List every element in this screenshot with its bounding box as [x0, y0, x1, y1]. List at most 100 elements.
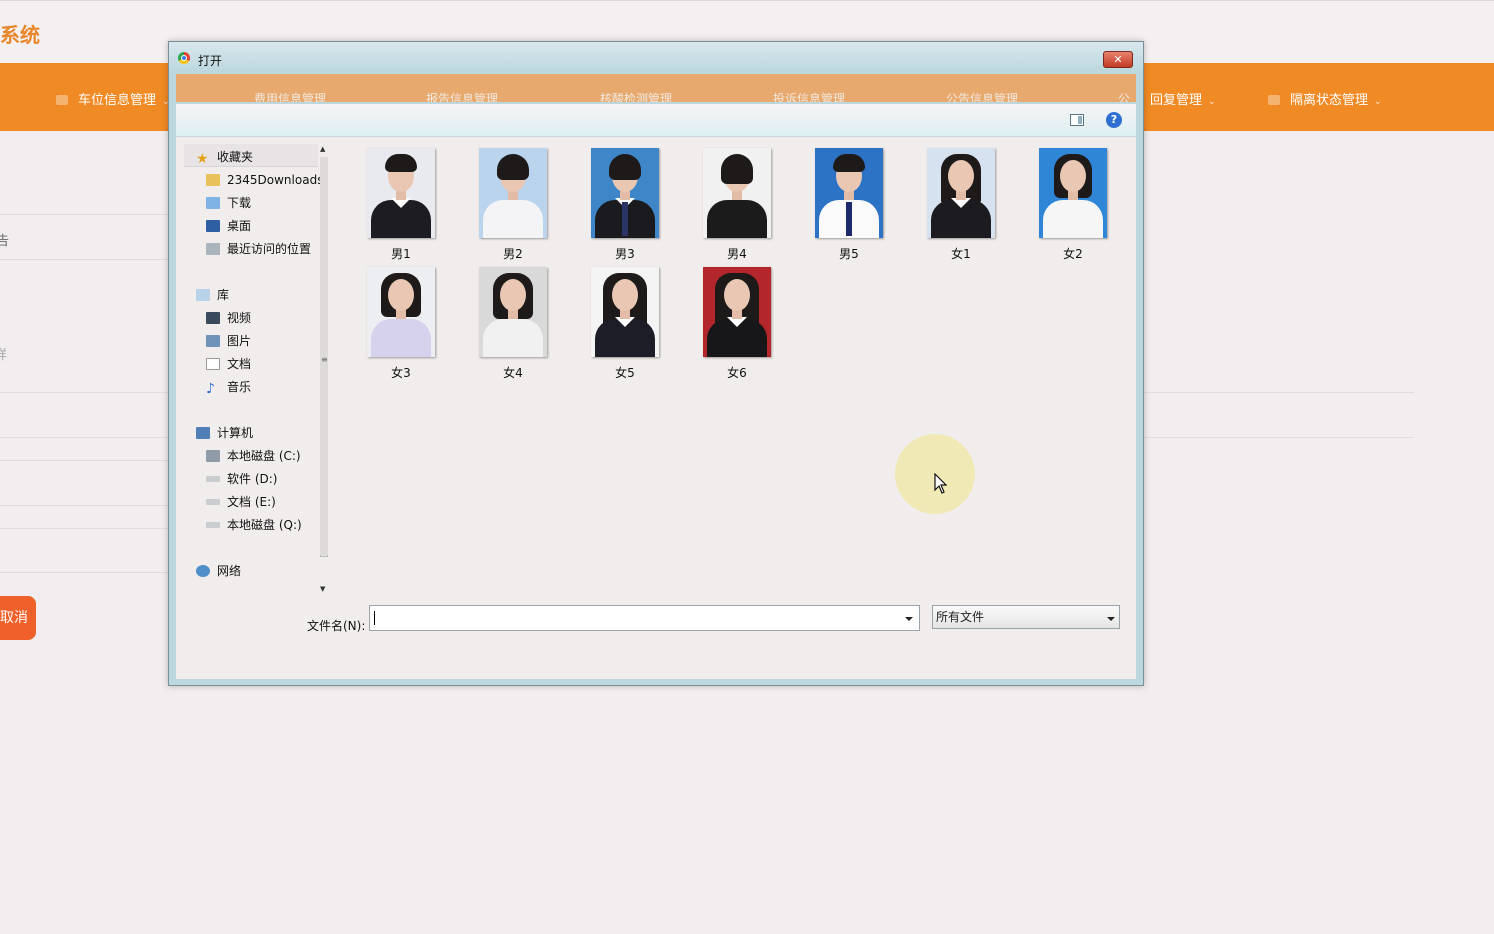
chevron-down-icon[interactable]	[901, 608, 917, 628]
file-name: 男1	[391, 247, 411, 261]
document-icon	[206, 358, 220, 370]
nav-libraries[interactable]: 库	[196, 285, 229, 305]
file-open-dialog: 打开 ✕ 费用信息管理 报告信息管理 核酸检测管理 投诉信息管理 公告信息管理 …	[168, 41, 1144, 686]
photo-thumbnail	[479, 267, 547, 357]
divider	[0, 214, 168, 215]
nav-item-pictures[interactable]: 图片	[206, 331, 251, 351]
nav-item-quarantine[interactable]: 隔离状态管理 ⌄	[1268, 89, 1382, 108]
dialog-toolbar: ?	[176, 104, 1136, 137]
music-icon: ♪	[206, 381, 215, 397]
star-icon: ★	[196, 151, 209, 167]
divider	[0, 259, 168, 260]
divider	[0, 505, 168, 506]
drive-icon	[206, 499, 220, 505]
nav-item-music[interactable]: ♪ 音乐	[206, 377, 251, 397]
dialog-body: ★ 收藏夹 2345Downloads 下载 桌面 最近访问的位置 库 视频 图片…	[176, 137, 1136, 679]
photo-thumbnail	[479, 148, 547, 238]
file-item[interactable]: 女5	[575, 267, 675, 382]
pictures-icon	[206, 335, 220, 347]
divider	[0, 437, 168, 438]
cancel-button[interactable]: 取消	[0, 596, 36, 640]
file-name: 女3	[391, 366, 411, 380]
divider	[0, 528, 168, 529]
filename-label: 文件名(N):	[307, 619, 366, 633]
shield-icon	[1268, 95, 1280, 105]
app-title: 系统	[0, 23, 40, 47]
scroll-up-icon[interactable]: ▲	[320, 145, 325, 153]
folder-icon	[206, 174, 220, 186]
file-item[interactable]: 男3	[575, 148, 675, 263]
chevron-down-icon: ⌄	[1208, 97, 1216, 107]
grip-icon: ≡	[321, 355, 328, 364]
divider	[1144, 392, 1414, 393]
chevron-down-icon: ⌄	[1374, 97, 1382, 107]
nav-item-reply[interactable]: 回复管理 ⌄	[1150, 89, 1216, 108]
divider	[1144, 437, 1414, 438]
file-item[interactable]: 女2	[1023, 148, 1123, 263]
desktop-icon	[206, 220, 220, 232]
library-icon	[196, 289, 210, 301]
file-item[interactable]: 女3	[351, 267, 451, 382]
file-name: 女4	[503, 366, 523, 380]
nav-item-documents[interactable]: 文档	[206, 354, 251, 374]
photo-thumbnail	[703, 267, 771, 357]
scroll-down-icon[interactable]: ▼	[320, 585, 325, 593]
background-nav-ghost: 费用信息管理 报告信息管理 核酸检测管理 投诉信息管理 公告信息管理 公	[176, 74, 1136, 102]
file-list: 男1 男2 男3 男4 男5 女1 女2 女3 女4 女5 女6	[346, 145, 1126, 585]
file-name: 女6	[727, 366, 747, 380]
recent-places-icon	[206, 243, 220, 255]
text-caret	[374, 611, 375, 625]
nav-item-downloads-2345[interactable]: 2345Downloads	[206, 170, 323, 190]
navigation-pane: ★ 收藏夹 2345Downloads 下载 桌面 最近访问的位置 库 视频 图片…	[176, 137, 332, 597]
form-label-fragment: 详	[0, 348, 8, 363]
photo-thumbnail	[815, 148, 883, 238]
file-item[interactable]: 女6	[687, 267, 787, 382]
network-icon	[196, 565, 210, 577]
file-item[interactable]: 女1	[911, 148, 1011, 263]
file-item[interactable]: 男1	[351, 148, 451, 263]
nav-item-drive-q[interactable]: 本地磁盘 (Q:)	[206, 515, 302, 535]
nav-item-drive-c[interactable]: 本地磁盘 (C:)	[206, 446, 301, 466]
nav-network[interactable]: 网络	[196, 561, 241, 581]
drive-icon	[206, 522, 220, 528]
nav-item-drive-e[interactable]: 文档 (E:)	[206, 492, 276, 512]
nav-item-desktop[interactable]: 桌面	[206, 216, 251, 236]
nav-item-videos[interactable]: 视频	[206, 308, 251, 328]
help-icon[interactable]: ?	[1106, 112, 1122, 128]
file-name: 男3	[615, 247, 635, 261]
chevron-down-icon[interactable]	[1103, 608, 1117, 626]
nav-item-parking[interactable]: 车位信息管理 ⌄	[56, 89, 170, 108]
file-item[interactable]: 女4	[463, 267, 563, 382]
photo-thumbnail	[367, 267, 435, 357]
file-item[interactable]: 男5	[799, 148, 899, 263]
nav-favorites[interactable]: ★ 收藏夹	[196, 147, 253, 167]
preview-pane-icon[interactable]	[1070, 114, 1084, 126]
file-name: 男4	[727, 247, 747, 261]
nav-computer[interactable]: 计算机	[196, 423, 253, 443]
photo-thumbnail	[927, 148, 995, 238]
form-label-fragment: 告	[0, 234, 10, 249]
filetype-select[interactable]: 所有文件	[932, 605, 1120, 629]
nav-item-drive-d[interactable]: 软件 (D:)	[206, 469, 277, 489]
file-item[interactable]: 男4	[687, 148, 787, 263]
chrome-icon	[178, 52, 190, 64]
dialog-titlebar[interactable]: 打开 ✕	[169, 42, 1143, 72]
file-name: 男2	[503, 247, 523, 261]
photo-thumbnail	[703, 148, 771, 238]
file-name: 男5	[839, 247, 859, 261]
file-item[interactable]: 男2	[463, 148, 563, 263]
video-icon	[206, 312, 220, 324]
nav-scrollbar[interactable]: ▲ ≡ ▼	[317, 145, 331, 593]
divider	[0, 572, 168, 573]
car-icon	[56, 95, 68, 105]
filename-input[interactable]	[369, 605, 920, 631]
download-folder-icon	[206, 197, 220, 209]
file-name: 女1	[951, 247, 971, 261]
photo-thumbnail	[591, 267, 659, 357]
close-button[interactable]: ✕	[1103, 51, 1133, 68]
photo-thumbnail	[367, 148, 435, 238]
nav-item-downloads[interactable]: 下载	[206, 193, 251, 213]
nav-item-recent[interactable]: 最近访问的位置	[206, 239, 311, 259]
drive-icon	[206, 476, 220, 482]
file-name: 女5	[615, 366, 635, 380]
